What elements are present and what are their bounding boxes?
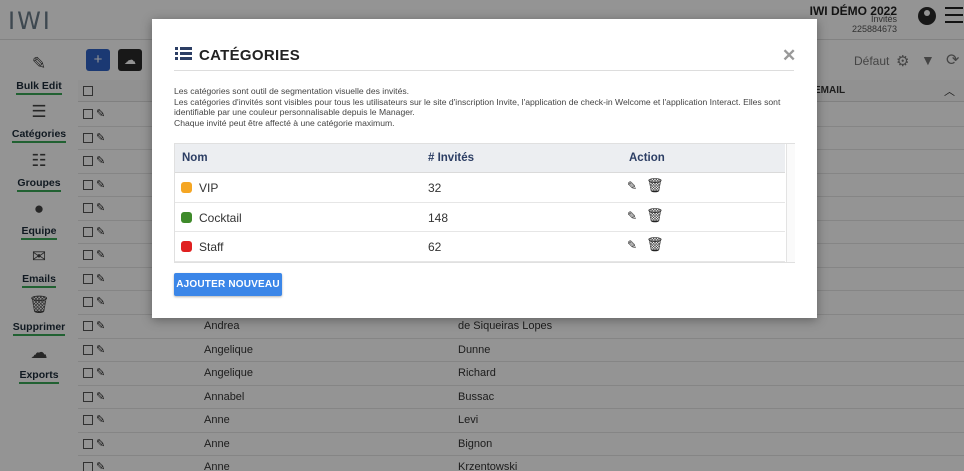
trash-icon[interactable]: 🗑 [646,236,664,253]
edit-pencil-icon[interactable]: ✎ [627,179,637,193]
edit-pencil-icon[interactable]: ✎ [627,238,637,252]
edit-pencil-icon[interactable]: ✎ [627,209,637,223]
categories-table-header: Nom # Invités Action [175,144,785,173]
description-line: Les catégories sont outil de segmentatio… [174,86,410,96]
category-name: VIP [199,181,219,195]
column-header-action: Action [629,152,665,164]
close-icon[interactable]: ✕ [782,46,796,66]
category-count: 32 [428,181,442,195]
description-line: Chaque invité peut être affecté à une ca… [174,117,395,128]
scrollbar[interactable] [786,144,795,262]
category-count: 148 [428,210,449,225]
categories-table: Nom # Invités Action VIP 32 ✎ 🗑 Cocktail… [174,143,795,263]
category-color-swatch [181,241,192,252]
category-name: Staff [199,240,224,254]
trash-icon[interactable]: 🗑 [646,177,664,194]
column-header-count: # Invités [428,152,475,164]
description-line: Les catégories d'invités sont visibles p… [174,96,781,118]
categories-modal: CATÉGORIES ✕ Les catégories sont outil d… [152,19,817,318]
category-row: Cocktail 148 ✎ 🗑 [175,203,785,232]
category-name: Cocktail [199,210,242,225]
divider [174,70,794,71]
list-icon [175,47,192,61]
category-row: Staff 62 ✎ 🗑 [175,232,785,262]
column-header-name: Nom [182,152,208,164]
modal-description: Les catégories sont outil de segmentatio… [174,86,799,128]
category-row: VIP 32 ✎ 🗑 [175,173,785,203]
add-category-button[interactable]: AJOUTER NOUVEAU [174,273,282,296]
trash-icon[interactable]: 🗑 [646,207,664,224]
category-color-swatch [181,182,192,193]
category-color-swatch [181,211,192,223]
modal-title: CATÉGORIES [199,47,301,64]
category-count: 62 [428,240,442,254]
